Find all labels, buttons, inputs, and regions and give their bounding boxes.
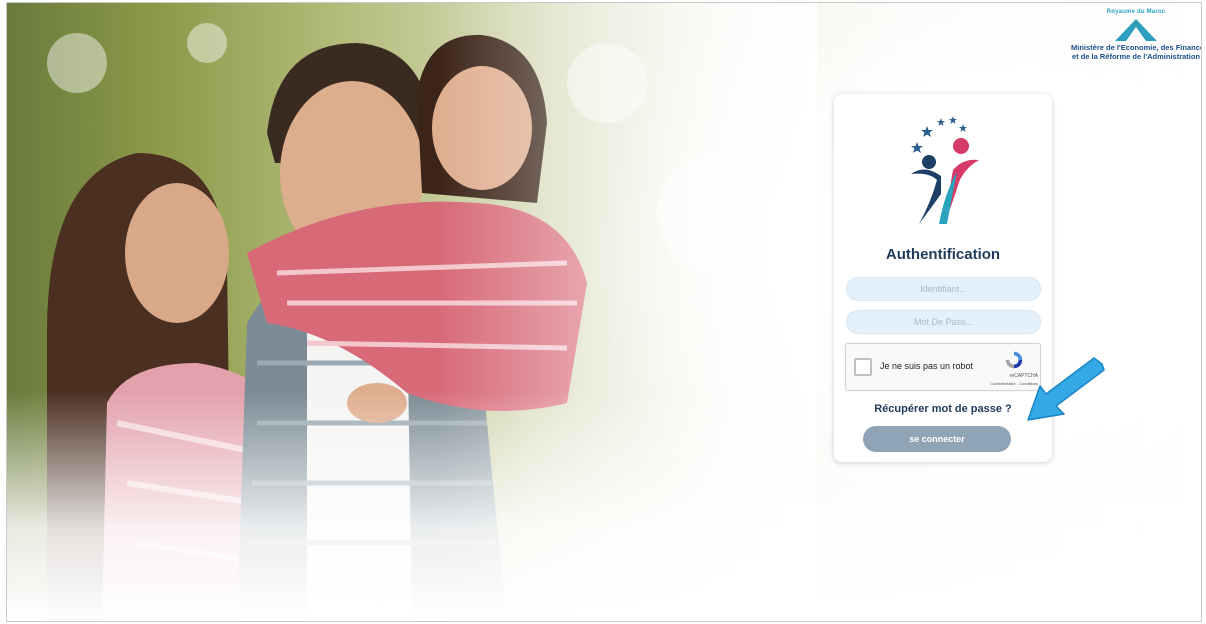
ministry-logo: Royaume du Maroc Ministère de l'Economie…	[1071, 3, 1201, 83]
ministry-kingdom-text: Royaume du Maroc	[1106, 9, 1166, 15]
connect-button[interactable]: se connecter	[863, 426, 1011, 452]
password-input[interactable]	[846, 310, 1041, 334]
username-input[interactable]	[846, 277, 1041, 301]
ministry-emblem-icon	[1115, 19, 1157, 41]
recaptcha-label: Je ne suis pas un robot	[880, 361, 974, 371]
login-title: Authentification	[885, 246, 1001, 263]
ministry-name-line2: et de la Réforme de l'Administration	[1071, 52, 1201, 61]
recaptcha-checkbox[interactable]	[854, 358, 872, 376]
arrow-pointer-icon	[1027, 357, 1105, 421]
family-logo-icon	[911, 116, 979, 224]
ministry-name-line1: Ministère de l'Economie, des Finances	[1071, 43, 1202, 52]
recaptcha-widget: Je ne suis pas un robot reCAPTCHA Confid…	[845, 343, 1041, 391]
